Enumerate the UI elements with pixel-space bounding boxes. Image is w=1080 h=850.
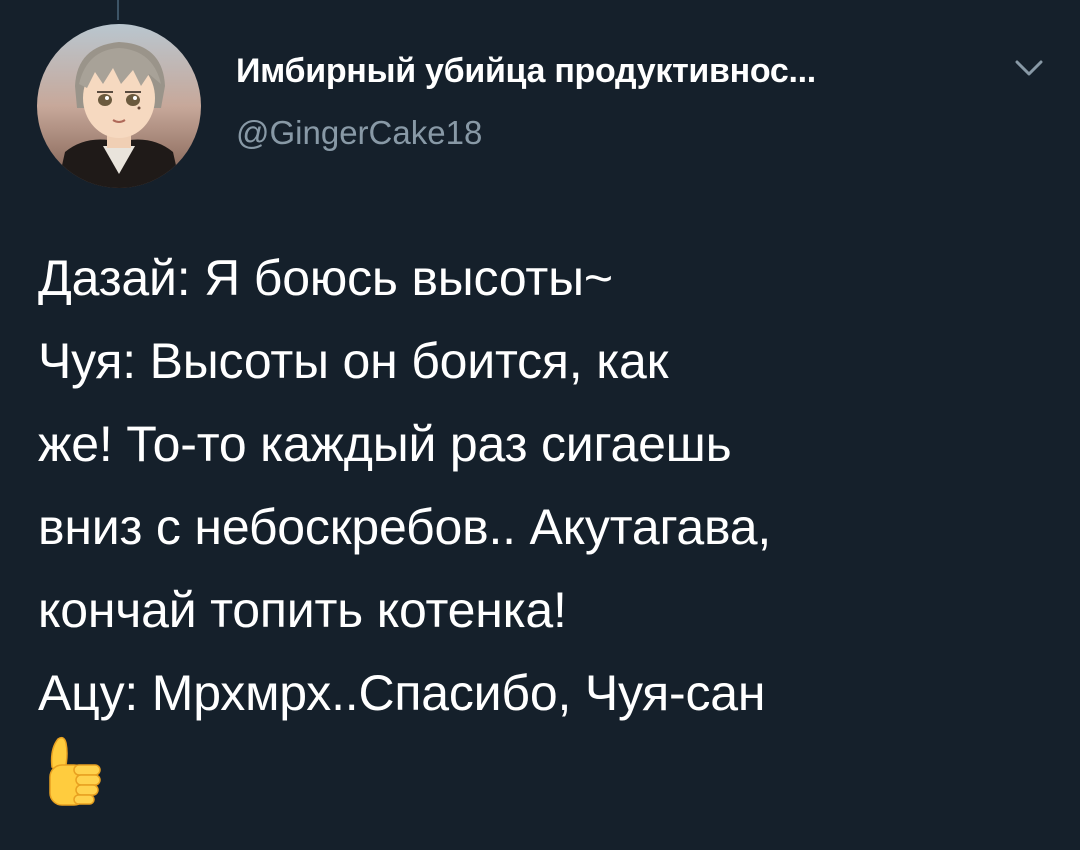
author-display-name[interactable]: Имбирный убийца продуктивнос... — [236, 52, 816, 91]
tweet-text-line: Ацу: Мрхмрх..Спасибо, Чуя-сан — [38, 665, 766, 721]
thread-line — [117, 0, 119, 20]
thumbs-up-emoji — [42, 735, 106, 807]
tweet-text-line: вниз с небоскребов.. Акутагава, — [38, 499, 772, 555]
tweet-text-line: кончай топить котенка! — [38, 582, 567, 638]
tweet-menu-button[interactable] — [1012, 56, 1046, 80]
chevron-down-icon — [1015, 60, 1043, 76]
author-handle[interactable]: @GingerCake18 — [236, 114, 482, 152]
thumbs-up-icon — [49, 736, 101, 806]
author-avatar[interactable] — [37, 24, 201, 188]
tweet-text: Дазай: Я боюсь высоты~ Чуя: Высоты он бо… — [38, 237, 1068, 735]
anime-avatar-icon — [37, 24, 201, 188]
tweet-text-line: же! То-то каждый раз сигаешь — [38, 416, 732, 472]
tweet-text-line: Чуя: Высоты он боится, как — [38, 333, 669, 389]
tweet-text-line: Дазай: Я боюсь высоты~ — [38, 250, 613, 306]
